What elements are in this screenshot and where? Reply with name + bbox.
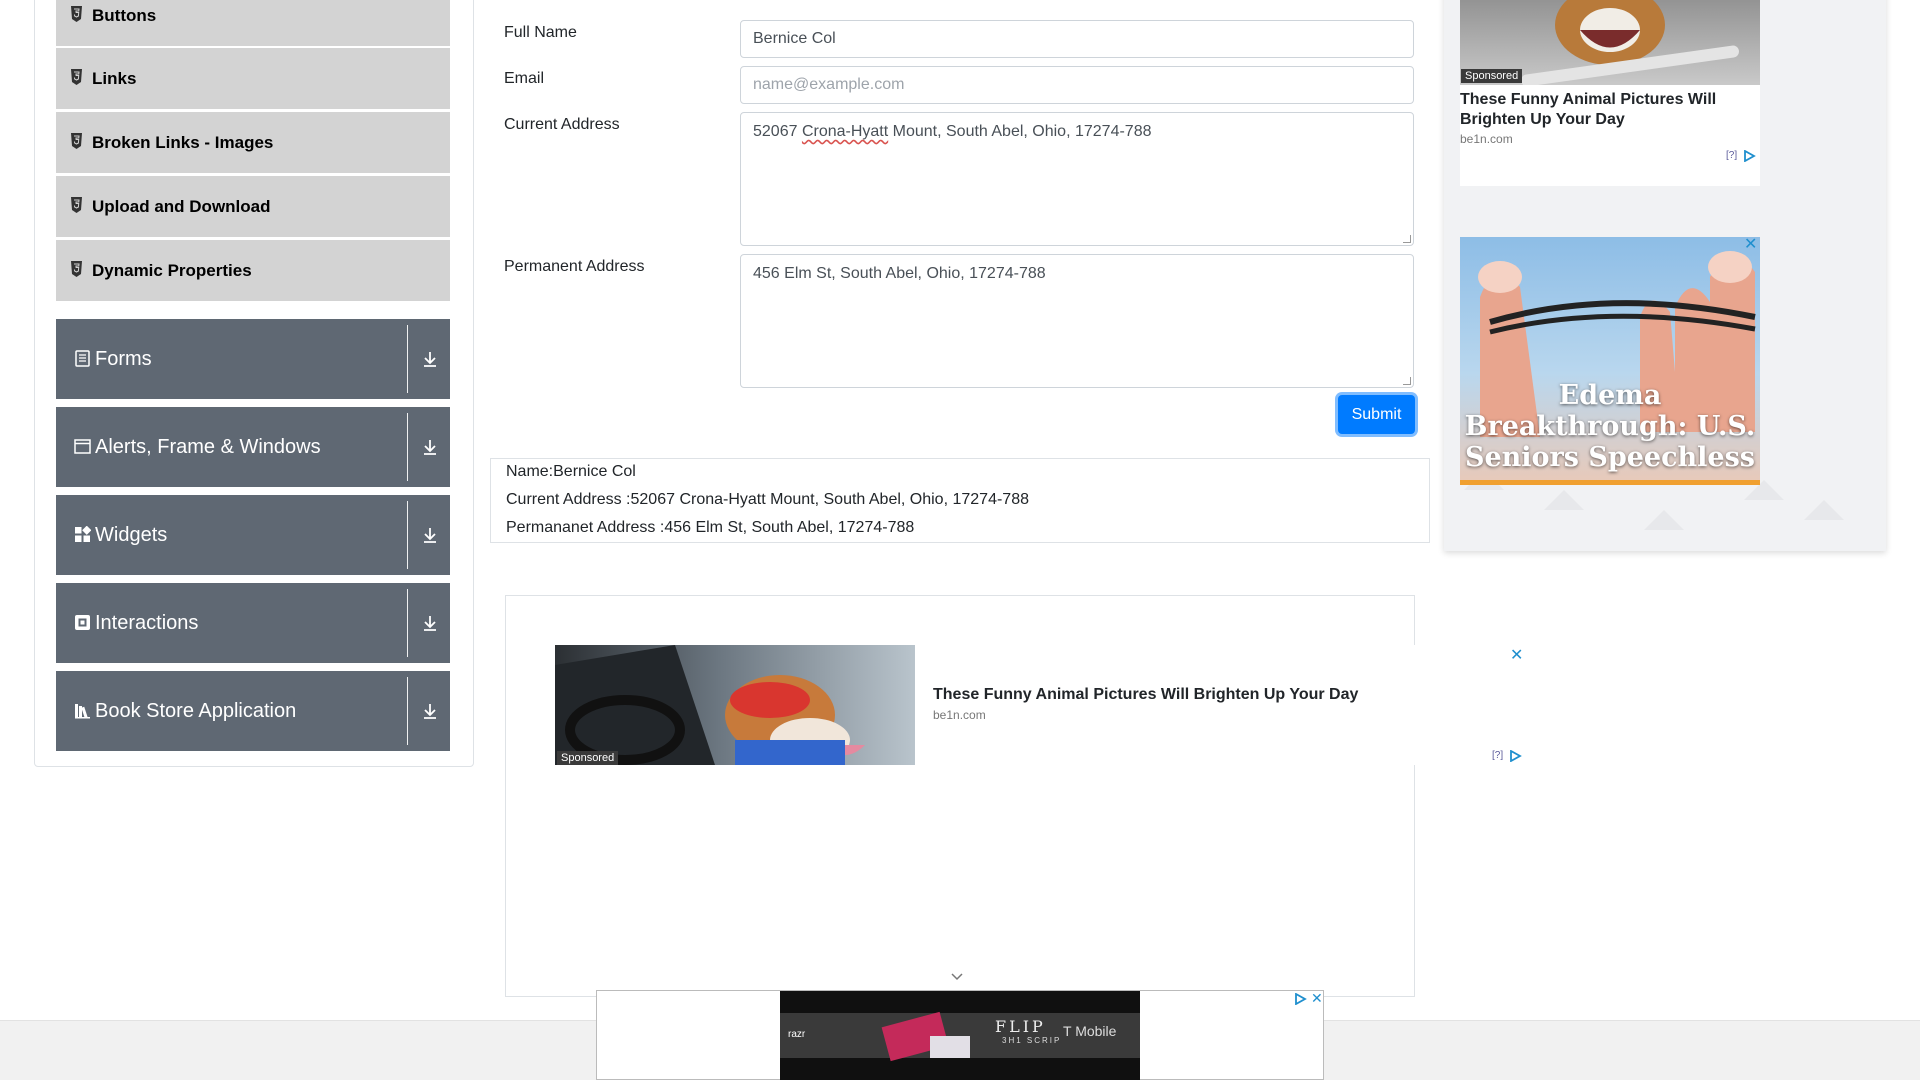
sidebar-group-interactions[interactable]: Interactions xyxy=(56,583,450,663)
sidebar-item-label: Buttons xyxy=(92,5,157,25)
sidebar-item-links[interactable]: Links xyxy=(56,48,450,109)
ad-source[interactable]: be1n.com xyxy=(933,708,986,722)
ad-title[interactable]: These Funny Animal Pictures Will Brighte… xyxy=(1460,90,1750,130)
html5-icon xyxy=(71,261,82,277)
sidebar-group-book-store[interactable]: Book Store Application xyxy=(56,671,450,751)
sidebar-item-label: Upload and Download xyxy=(92,196,271,216)
sidebar-item-label: Links xyxy=(92,68,137,88)
resize-grip-icon[interactable] xyxy=(1403,235,1411,243)
current-address-label: Current Address xyxy=(504,116,620,133)
sidebar-item-label: Broken Links - Images xyxy=(92,132,274,152)
close-icon[interactable]: ✕ xyxy=(1311,990,1323,1007)
download-arrow-icon[interactable] xyxy=(420,525,440,545)
ad-middle[interactable]: Sponsored These Funny Animal Pictures Wi… xyxy=(555,645,1525,765)
ad-image-bulldog[interactable]: Sponsored xyxy=(1460,0,1760,85)
html5-icon xyxy=(71,6,82,22)
group-label: Forms xyxy=(95,348,152,370)
group-label: Book Store Application xyxy=(95,700,297,722)
submit-button[interactable]: Submit xyxy=(1338,395,1415,434)
sponsored-tag: Sponsored xyxy=(1461,69,1523,83)
widgets-icon xyxy=(75,526,91,542)
ad-image-dog-car[interactable]: Sponsored xyxy=(555,645,915,765)
output-box: Name:Bernice Col Current Address :52067 … xyxy=(490,458,1430,543)
sidebar-group-widgets[interactable]: Widgets xyxy=(56,495,450,575)
output-permanent-address: Permananet Address :456 Elm St, South Ab… xyxy=(506,519,915,536)
group-divider xyxy=(407,413,408,481)
adchoice-info[interactable]: [?] xyxy=(1726,150,1737,161)
address-text-part: Mount, South Abel, Ohio, 17274-788 xyxy=(888,123,1152,140)
adchoices-icon[interactable] xyxy=(1295,993,1307,1005)
books-icon xyxy=(75,704,90,719)
group-label: Alerts, Frame & Windows xyxy=(95,436,321,458)
sidebar-item-broken-links[interactable]: Broken Links - Images xyxy=(56,112,450,173)
ad-bottom-banner[interactable]: razr FLIP 3H1 SCRIP T Mobile ✕ xyxy=(596,990,1324,1080)
sidebar-item-dynamic-properties[interactable]: Dynamic Properties xyxy=(56,240,450,301)
output-current-address: Current Address :52067 Crona-Hyatt Mount… xyxy=(506,491,1029,508)
download-arrow-icon[interactable] xyxy=(420,613,440,633)
email-input[interactable]: name@example.com xyxy=(740,66,1414,104)
ad-right-edema[interactable]: Edema Breakthrough: U.S. Seniors Speechl… xyxy=(1460,237,1760,485)
download-arrow-icon[interactable] xyxy=(420,437,440,457)
adchoices-icon[interactable] xyxy=(1744,150,1756,162)
html5-icon xyxy=(71,197,82,213)
ad-bottom-bar xyxy=(1460,480,1760,485)
ad-source[interactable]: be1n.com xyxy=(1460,132,1513,146)
group-divider xyxy=(407,589,408,657)
spellcheck-word: Crona-Hyatt xyxy=(801,123,889,140)
form-icon xyxy=(75,350,90,367)
chevron-down-icon[interactable] xyxy=(950,970,964,984)
page-root: Buttons Links Broken Links - Images Uplo… xyxy=(0,0,1920,1080)
html5-icon xyxy=(71,133,82,149)
permanent-address-textarea[interactable]: 456 Elm St, South Abel, Ohio, 17274-788 xyxy=(740,254,1414,388)
address-text: 456 Elm St, South Abel, Ohio, 17274-788 xyxy=(753,265,1046,282)
group-divider xyxy=(407,677,408,745)
sidebar-group-forms[interactable]: Forms xyxy=(56,319,450,399)
sidebar-group-alerts[interactable]: Alerts, Frame & Windows xyxy=(56,407,450,487)
ad-right-top[interactable]: Sponsored These Funny Animal Pictures Wi… xyxy=(1460,0,1760,186)
window-icon xyxy=(74,439,91,454)
address-text-part: 52067 xyxy=(753,123,802,140)
sidebar-item-label: Dynamic Properties xyxy=(92,260,252,280)
permanent-address-label: Permanent Address xyxy=(504,258,645,275)
brand-text: FLIP xyxy=(995,1017,1046,1036)
close-icon[interactable]: ✕ xyxy=(1510,645,1523,665)
ad-banner-image[interactable]: razr FLIP 3H1 SCRIP T Mobile xyxy=(780,991,1140,1080)
adchoice-info[interactable]: [?] xyxy=(1492,750,1503,761)
group-label: Widgets xyxy=(95,524,168,546)
email-label: Email xyxy=(504,70,545,87)
adchoices-icon[interactable] xyxy=(1510,750,1522,762)
group-divider xyxy=(407,325,408,393)
group-divider xyxy=(407,501,408,569)
sidebar-item-buttons[interactable]: Buttons xyxy=(56,0,450,46)
full-name-label: Full Name xyxy=(504,24,577,41)
resize-grip-icon[interactable] xyxy=(1403,377,1411,385)
ad-title[interactable]: These Funny Animal Pictures Will Brighte… xyxy=(933,685,1358,705)
download-arrow-icon[interactable] xyxy=(420,701,440,721)
dog-in-car-illustration xyxy=(555,645,865,765)
download-arrow-icon[interactable] xyxy=(420,349,440,369)
left-sidebar: Buttons Links Broken Links - Images Uplo… xyxy=(34,0,474,767)
close-icon[interactable]: ✕ xyxy=(1744,234,1757,254)
full-name-input[interactable]: Bernice Col xyxy=(740,20,1414,58)
html5-icon xyxy=(71,69,82,85)
output-name: Name:Bernice Col xyxy=(506,463,636,480)
group-label: Interactions xyxy=(95,612,199,634)
sidebar-item-upload-download[interactable]: Upload and Download xyxy=(56,176,450,237)
sponsored-tag: Sponsored xyxy=(557,751,619,765)
ad-headline[interactable]: Edema Breakthrough: U.S. Seniors Speechl… xyxy=(1460,380,1760,473)
brand-subtext: 3H1 SCRIP xyxy=(1002,1036,1062,1045)
product-name: razr xyxy=(788,1029,806,1040)
carrier-logo: T Mobile xyxy=(1063,1023,1117,1039)
current-address-textarea[interactable]: 52067 Crona-Hyatt Mount, South Abel, Ohi… xyxy=(740,112,1414,246)
interactions-icon xyxy=(75,615,90,630)
